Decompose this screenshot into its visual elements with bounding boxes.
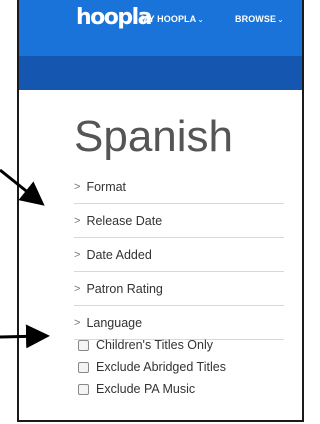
arrow-icon	[0, 324, 50, 349]
annotation-arrows	[0, 168, 50, 349]
arrow-icon	[0, 168, 45, 206]
